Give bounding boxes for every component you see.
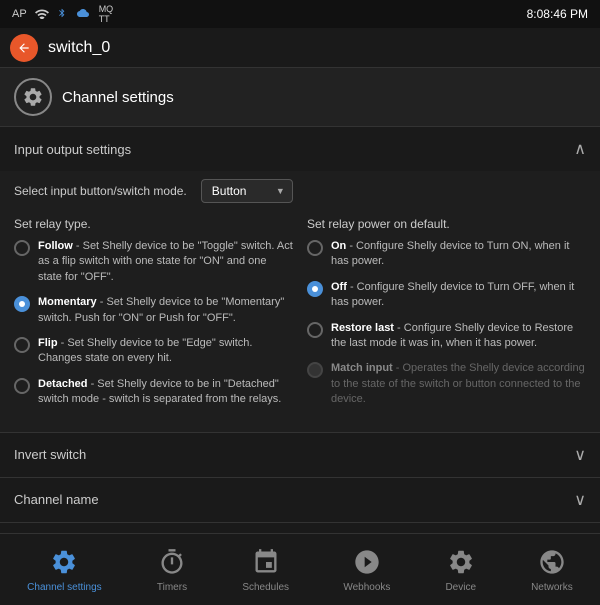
detached-radio[interactable] xyxy=(14,378,30,394)
select-mode-row: Select input button/switch mode. Button … xyxy=(14,179,586,203)
invert-switch-chevron: ∨ xyxy=(574,445,586,465)
momentary-radio[interactable] xyxy=(14,296,30,312)
nav-channel-settings[interactable]: Channel settings xyxy=(15,540,114,599)
input-output-section-header[interactable]: Input output settings ∧ xyxy=(0,127,600,171)
back-button[interactable] xyxy=(10,34,38,62)
cloud-icon xyxy=(75,7,91,22)
power-restore-option[interactable]: Restore last - Configure Shelly device t… xyxy=(307,321,586,352)
channel-settings-icon xyxy=(14,78,52,116)
select-wrapper: Button Switch Detached xyxy=(201,179,293,203)
relay-options-columns: Set relay type. Follow - Set Shelly devi… xyxy=(14,217,586,418)
time-display: 8:08:46 PM xyxy=(527,7,588,21)
input-output-chevron: ∧ xyxy=(574,139,586,159)
power-restore-radio[interactable] xyxy=(307,322,323,338)
nav-timers[interactable]: Timers xyxy=(144,540,200,599)
invert-switch-header[interactable]: Invert switch ∨ xyxy=(0,433,600,477)
relay-type-column: Set relay type. Follow - Set Shelly devi… xyxy=(14,217,293,418)
nav-channel-settings-icon xyxy=(48,546,80,578)
input-output-label: Input output settings xyxy=(14,142,131,157)
channel-name-label: Channel name xyxy=(14,492,99,507)
invert-switch-section: Invert switch ∨ xyxy=(0,433,600,478)
nav-webhooks-icon xyxy=(351,546,383,578)
nav-networks-icon xyxy=(536,546,568,578)
channel-name-header[interactable]: Channel name ∨ xyxy=(0,478,600,522)
relay-type-flip[interactable]: Flip - Set Shelly device to be "Edge" sw… xyxy=(14,336,293,367)
bluetooth-icon xyxy=(57,6,67,23)
channel-settings-header: Channel settings xyxy=(0,68,600,127)
channel-name-chevron: ∨ xyxy=(574,490,586,510)
power-on-radio[interactable] xyxy=(307,240,323,256)
nav-webhooks-label: Webhooks xyxy=(343,582,390,593)
relay-type-momentary[interactable]: Momentary - Set Shelly device to be "Mom… xyxy=(14,295,293,326)
nav-schedules-icon xyxy=(250,546,282,578)
nav-networks-label: Networks xyxy=(531,582,573,593)
power-match-option[interactable]: Match input - Operates the Shelly device… xyxy=(307,361,586,407)
flip-radio[interactable] xyxy=(14,337,30,353)
power-off-option[interactable]: Off - Configure Shelly device to Turn OF… xyxy=(307,280,586,311)
relay-power-title: Set relay power on default. xyxy=(307,217,586,231)
power-off-radio[interactable] xyxy=(307,281,323,297)
consumption-type-header[interactable]: Consumption type ∨ xyxy=(0,523,600,533)
relay-type-follow[interactable]: Follow - Set Shelly device to be "Toggle… xyxy=(14,239,293,285)
follow-radio[interactable] xyxy=(14,240,30,256)
wifi-icon xyxy=(35,7,49,22)
nav-networks[interactable]: Networks xyxy=(519,540,585,599)
relay-type-title: Set relay type. xyxy=(14,217,293,231)
channel-name-section: Channel name ∨ xyxy=(0,478,600,523)
status-bar-left: AP MQTT xyxy=(12,4,113,24)
nav-device[interactable]: Device xyxy=(433,540,489,599)
ap-indicator: AP xyxy=(12,8,27,20)
nav-webhooks[interactable]: Webhooks xyxy=(331,540,402,599)
relay-type-detached[interactable]: Detached - Set Shelly device to be in "D… xyxy=(14,377,293,408)
input-output-section: Input output settings ∧ Select input but… xyxy=(0,127,600,433)
consumption-type-section: Consumption type ∨ xyxy=(0,523,600,533)
nav-schedules-label: Schedules xyxy=(242,582,289,593)
nav-channel-settings-label: Channel settings xyxy=(27,582,102,593)
nav-schedules[interactable]: Schedules xyxy=(230,540,301,599)
header: switch_0 xyxy=(0,28,600,68)
page-title: switch_0 xyxy=(48,39,110,57)
status-bar: AP MQTT 8:08:46 PM xyxy=(0,0,600,28)
mqtt-indicator: MQTT xyxy=(99,4,114,24)
nav-timers-label: Timers xyxy=(157,582,187,593)
input-output-content: Select input button/switch mode. Button … xyxy=(0,171,600,432)
main-content: Channel settings Input output settings ∧… xyxy=(0,68,600,533)
power-on-option[interactable]: On - Configure Shelly device to Turn ON,… xyxy=(307,239,586,270)
invert-switch-label: Invert switch xyxy=(14,447,86,462)
select-mode-label: Select input button/switch mode. xyxy=(14,184,187,198)
relay-power-column: Set relay power on default. On - Configu… xyxy=(307,217,586,418)
nav-device-label: Device xyxy=(445,582,476,593)
channel-settings-title: Channel settings xyxy=(62,89,174,106)
input-mode-select[interactable]: Button Switch Detached xyxy=(201,179,293,203)
bottom-nav: Channel settings Timers Schedules Webhoo… xyxy=(0,533,600,605)
nav-timers-icon xyxy=(156,546,188,578)
nav-device-icon xyxy=(445,546,477,578)
power-match-radio[interactable] xyxy=(307,362,323,378)
